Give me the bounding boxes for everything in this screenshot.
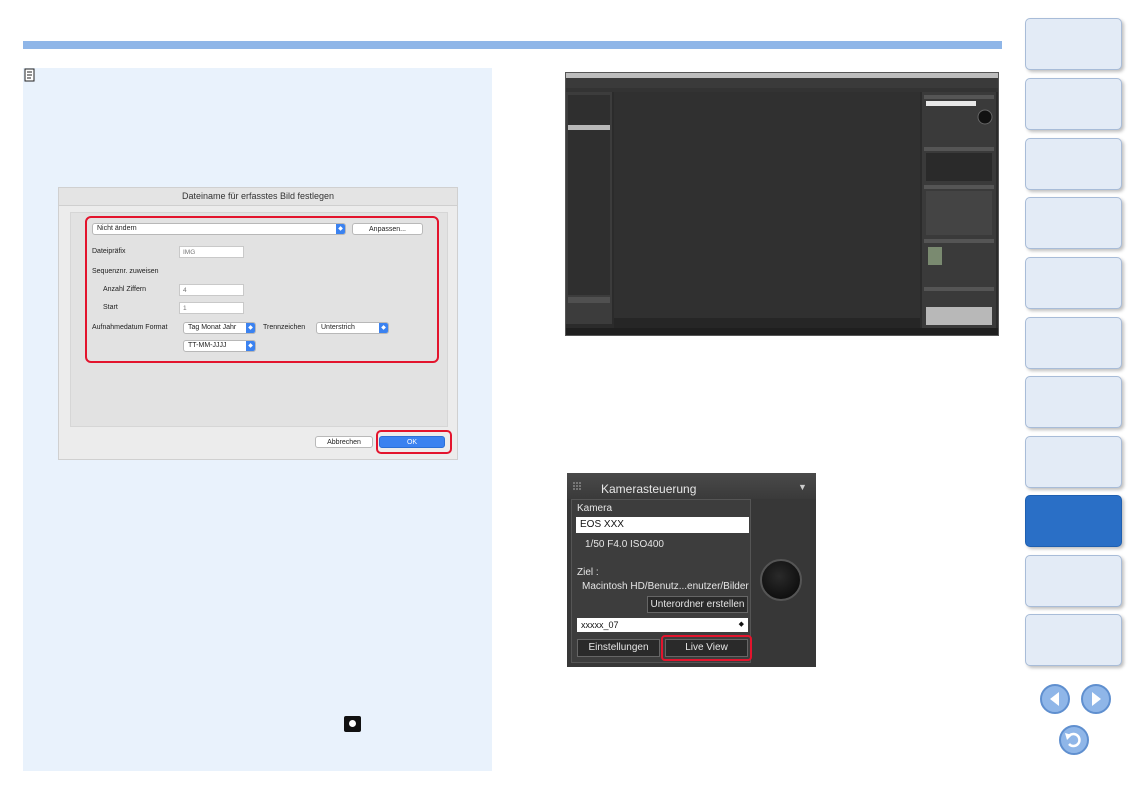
nav-tab-1[interactable]	[1025, 18, 1122, 70]
next-page-button[interactable]	[1081, 684, 1111, 714]
nav-tab-3[interactable]	[1025, 138, 1122, 190]
app-screenshot	[565, 72, 999, 336]
nav-tab-11[interactable]	[1025, 614, 1122, 666]
nav-tab-8[interactable]	[1025, 436, 1122, 488]
arrow-left-icon	[1050, 692, 1059, 706]
note-icon	[24, 68, 35, 82]
back-button[interactable]	[1059, 725, 1089, 755]
nav-tab-6[interactable]	[1025, 317, 1122, 369]
top-rule	[23, 41, 1002, 49]
live-view-highlight	[661, 635, 752, 661]
nav-tab-5[interactable]	[1025, 257, 1122, 309]
nav-tab-10[interactable]	[1025, 555, 1122, 607]
ok-highlight-frame	[376, 430, 452, 454]
grip-icon[interactable]	[572, 481, 582, 491]
folder-select-value: xxxxx_07	[581, 620, 619, 630]
camera-name-field: EOS XXX	[576, 517, 749, 533]
filename-dialog: Dateiname für erfasstes Bild festlegen N…	[58, 187, 458, 460]
select-arrow-icon: ◆	[738, 621, 744, 628]
dialog-title: Dateiname für erfasstes Bild festlegen	[59, 188, 457, 206]
collapse-icon[interactable]: ▼	[798, 482, 807, 492]
target-path: Macintosh HD/Benutz...enutzer/Bilder	[582, 581, 749, 592]
nav-tab-9-active[interactable]	[1025, 495, 1122, 547]
prev-page-button[interactable]	[1040, 684, 1070, 714]
panel-title: Kamerasteuerung	[601, 482, 697, 496]
app-screenshot-drawing	[566, 73, 998, 335]
shutter-button[interactable]	[760, 559, 802, 601]
nav-tab-2[interactable]	[1025, 78, 1122, 130]
create-subfolder-button[interactable]: Unterordner erstellen	[647, 596, 748, 613]
nav-tab-4[interactable]	[1025, 197, 1122, 249]
highlight-frame	[85, 216, 439, 363]
return-icon	[1065, 732, 1081, 748]
nav-tab-7[interactable]	[1025, 376, 1122, 428]
camera-label: Kamera	[577, 503, 613, 514]
cancel-button[interactable]: Abbrechen	[315, 436, 373, 448]
exposure-settings: 1/50 F4.0 ISO400	[585, 539, 664, 550]
camera-icon	[344, 716, 361, 732]
arrow-right-icon	[1092, 692, 1101, 706]
settings-button[interactable]: Einstellungen	[577, 639, 660, 657]
folder-select[interactable]: xxxxx_07 ◆	[577, 618, 748, 632]
camera-control-panel: Kamerasteuerung ▼ Kamera EOS XXX 1/50 F4…	[567, 473, 816, 667]
target-label: Ziel :	[577, 567, 599, 578]
